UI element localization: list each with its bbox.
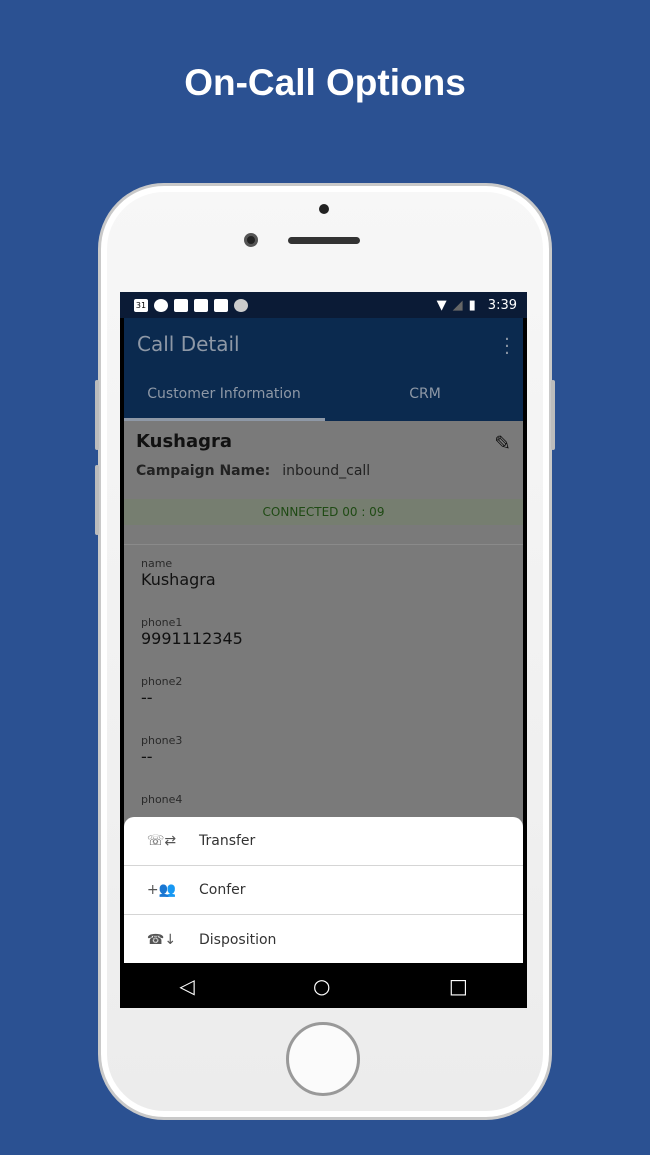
campaign-value: inbound_call bbox=[282, 463, 371, 479]
field-name: name Kushagra bbox=[141, 557, 216, 589]
page-headline: On-Call Options bbox=[184, 62, 466, 103]
record-icon bbox=[234, 298, 248, 312]
phone-transfer-icon: ☏⇄ bbox=[146, 833, 177, 849]
more-options-icon[interactable]: · · · bbox=[503, 331, 511, 363]
edit-icon[interactable]: ✎ bbox=[494, 431, 511, 455]
sensor bbox=[319, 204, 329, 214]
status-bar: 31 ▼ ◢ ▮ 3:39 bbox=[120, 292, 527, 318]
clock: 3:39 bbox=[487, 297, 517, 313]
disposition-option[interactable]: ☎↓ Disposition bbox=[124, 915, 523, 964]
call-status: CONNECTED 00 : 09 bbox=[124, 499, 523, 525]
photos-icon bbox=[194, 298, 208, 312]
wifi-icon: ▼ bbox=[436, 297, 447, 313]
tab-crm[interactable]: CRM bbox=[325, 386, 525, 402]
calendar-icon: 31 bbox=[134, 298, 148, 312]
home-icon[interactable]: ○ bbox=[313, 974, 330, 998]
front-camera bbox=[244, 233, 258, 247]
back-icon[interactable]: ◁ bbox=[179, 974, 194, 998]
power-button bbox=[551, 380, 555, 450]
campaign-label: Campaign Name: bbox=[136, 463, 271, 479]
navigation-bar: ◁ ○ □ bbox=[120, 963, 527, 1008]
app-title: Call Detail bbox=[137, 332, 240, 356]
divider bbox=[124, 544, 523, 545]
on-call-options-sheet: ☏⇄ Transfer +👥 Confer ☎↓ Disposition bbox=[124, 817, 523, 963]
gmail-icon bbox=[174, 298, 188, 312]
recents-icon[interactable]: □ bbox=[449, 974, 468, 998]
battery-charging-icon: ▮ bbox=[468, 297, 476, 313]
phone-screen: 31 ▼ ◢ ▮ 3:39 Call Detail · · · Customer I… bbox=[120, 292, 527, 1008]
hang-up-icon: ☎↓ bbox=[146, 931, 177, 948]
field-phone4: phone4 bbox=[141, 793, 183, 806]
home-button[interactable] bbox=[286, 1022, 360, 1096]
field-phone3: phone3 -- bbox=[141, 734, 183, 766]
field-phone2: phone2 -- bbox=[141, 675, 183, 707]
notification-icon bbox=[154, 298, 168, 312]
customer-name: Kushagra bbox=[136, 431, 233, 452]
confer-option[interactable]: +👥 Confer bbox=[124, 866, 523, 915]
app-bar: Call Detail · · · Customer Information CRM bbox=[124, 318, 523, 421]
transfer-option[interactable]: ☏⇄ Transfer bbox=[124, 817, 523, 866]
add-group-icon: +👥 bbox=[146, 882, 177, 898]
tab-customer-information[interactable]: Customer Information bbox=[124, 386, 324, 402]
volume-button bbox=[95, 380, 99, 450]
no-sim-icon: ◢ bbox=[452, 297, 463, 313]
infinity-icon bbox=[214, 298, 228, 312]
volume-button bbox=[95, 465, 99, 535]
field-phone1: phone1 9991112345 bbox=[141, 616, 243, 648]
campaign-row: Campaign Name: inbound_call bbox=[136, 463, 370, 479]
earpiece-speaker bbox=[288, 237, 360, 244]
